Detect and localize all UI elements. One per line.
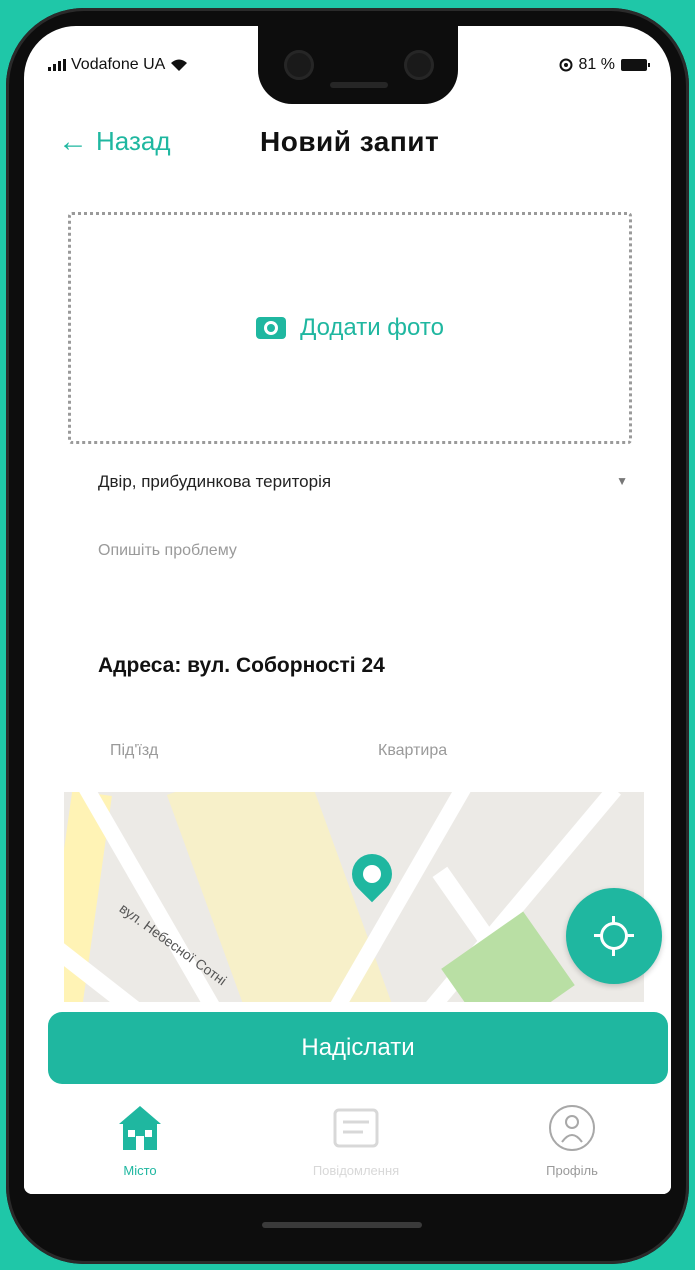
my-location-button[interactable]: [566, 888, 662, 984]
home-icon: [119, 1106, 161, 1150]
phone-frame: Vodafone UA 81 % ← Назад Новий запит Дод…: [6, 8, 689, 1264]
tab-bar: Місто Повідомлення Профіль: [24, 1096, 671, 1194]
carrier-name: Vodafone UA: [71, 56, 166, 73]
map-view[interactable]: вул. Небесної Сотні: [64, 792, 644, 1002]
signal-icon: [48, 59, 66, 71]
map-park: [441, 911, 575, 1002]
camera-icon: [256, 317, 287, 339]
chevron-down-icon: ▼: [616, 474, 628, 488]
page-title: Новий запит: [260, 126, 440, 157]
app-screen: Vodafone UA 81 % ← Назад Новий запит Дод…: [24, 26, 671, 1194]
home-indicator[interactable]: [262, 1222, 422, 1228]
battery-icon: [621, 59, 650, 71]
tab-profile[interactable]: Профіль: [512, 1102, 632, 1178]
profile-icon: [549, 1105, 595, 1151]
apartment-field[interactable]: Квартира: [378, 742, 447, 760]
tab-city[interactable]: Місто: [80, 1102, 200, 1178]
status-bar: Vodafone UA 81 %: [24, 52, 671, 82]
category-value: Двір, прибудинкова територія: [98, 472, 332, 491]
entrance-field[interactable]: Під'їзд: [110, 742, 158, 760]
entrance-apartment-row: Під'їзд Квартира: [110, 742, 590, 772]
add-photo-label: Додати фото: [300, 314, 444, 341]
category-select[interactable]: Двір, прибудинкова територія ▼: [98, 472, 628, 502]
back-button[interactable]: ← Назад: [58, 126, 171, 157]
arrow-left-icon: ←: [58, 124, 88, 158]
description-field[interactable]: Опишіть проблему: [98, 542, 618, 560]
crosshair-icon: [600, 922, 628, 950]
nav-header: ← Назад Новий запит: [24, 126, 671, 166]
tab-messages[interactable]: Повідомлення: [296, 1102, 416, 1178]
tab-messages-label: Повідомлення: [312, 1163, 400, 1178]
message-icon: [333, 1108, 379, 1148]
battery-percent: 81 %: [578, 56, 615, 73]
wifi-icon: [171, 59, 188, 71]
tab-city-label: Місто: [123, 1163, 157, 1178]
back-label: Назад: [96, 126, 171, 156]
orientation-lock-icon: [559, 58, 573, 72]
add-photo-area[interactable]: Додати фото: [68, 212, 632, 444]
send-button[interactable]: Надіслати: [48, 1012, 668, 1084]
tab-profile-label: Профіль: [546, 1163, 598, 1178]
speaker-icon: [330, 82, 388, 88]
address-label: Адреса: вул. Соборності 24: [98, 654, 385, 677]
